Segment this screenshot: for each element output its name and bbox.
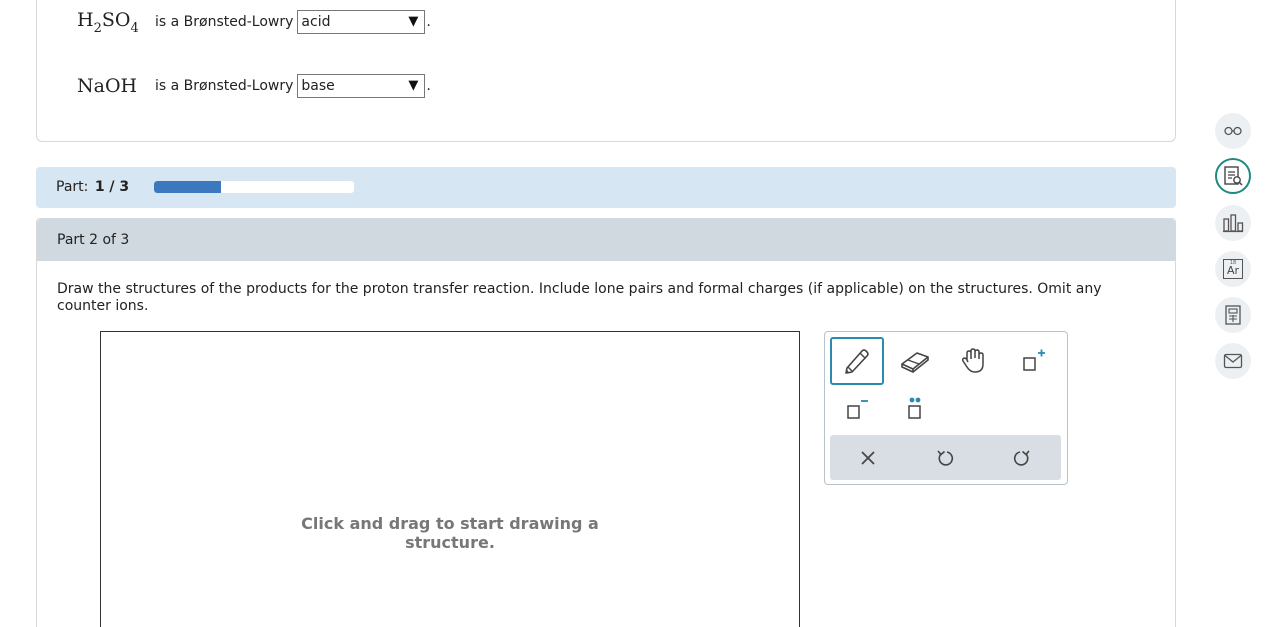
calculator-icon: [1225, 305, 1241, 325]
formula-h2so4: H2SO4: [77, 8, 139, 36]
progress-track: [154, 181, 354, 193]
clear-icon: [861, 450, 875, 465]
dropdown-arrow-icon: ▼: [408, 78, 419, 93]
chart-icon: [1223, 214, 1244, 233]
select-value: acid: [301, 14, 331, 30]
canvas-hint: Click and drag to start drawing a struct…: [301, 514, 599, 552]
periodic-table-button[interactable]: 18 Ar: [1215, 251, 1251, 287]
redo-icon: [1013, 449, 1030, 466]
worksheet-button[interactable]: [1215, 158, 1251, 194]
redo-button[interactable]: [997, 435, 1047, 480]
add-positive-charge-button[interactable]: [1006, 337, 1060, 385]
acid-base-select[interactable]: acid ▼: [297, 10, 426, 34]
instructions: Draw the structures of the products for …: [57, 281, 1102, 314]
formula-naoh: NaOH: [77, 75, 138, 97]
question-text: is a Brønsted-Lowry: [155, 14, 294, 30]
message-button[interactable]: [1215, 343, 1251, 379]
page: H2SO4 is a Brønsted-Lowry acid ▼ . NaOH …: [0, 0, 1271, 627]
undo-button[interactable]: [920, 435, 970, 480]
part-title: Part 2 of 3: [37, 219, 1175, 261]
dropdown-arrow-icon: ▼: [408, 14, 419, 29]
drawing-toolbox: [824, 331, 1068, 485]
add-lone-pair-button[interactable]: [888, 385, 942, 433]
worksheet-icon: [1224, 166, 1243, 186]
part-progress-bar: Part: 1 / 3: [36, 167, 1176, 208]
question-row-naoh: NaOH is a Brønsted-Lowry base ▼ .: [77, 73, 431, 99]
glasses-icon: [1224, 126, 1242, 136]
mail-icon: [1223, 353, 1243, 369]
eraser-tool-button[interactable]: [888, 337, 942, 385]
reading-glasses-button[interactable]: [1215, 113, 1251, 149]
period: .: [426, 78, 431, 94]
previous-part-card: H2SO4 is a Brønsted-Lowry acid ▼ . NaOH …: [36, 0, 1176, 142]
clear-button[interactable]: [843, 435, 893, 480]
part-progress-label: Part: 1 / 3: [56, 179, 130, 195]
select-value: base: [301, 78, 335, 94]
hand-tool-button[interactable]: [947, 337, 1001, 385]
add-negative-charge-icon: [847, 400, 868, 419]
calculator-button[interactable]: [1215, 297, 1251, 333]
question-text: is a Brønsted-Lowry: [155, 78, 294, 94]
drawing-canvas[interactable]: Click and drag to start drawing a struct…: [100, 331, 800, 627]
toolbox-action-strip: [830, 435, 1061, 480]
question-row-h2so4: H2SO4 is a Brønsted-Lowry acid ▼ .: [77, 8, 431, 36]
periodic-table-icon: 18 Ar: [1223, 259, 1243, 279]
add-lone-pair-icon: [908, 397, 921, 419]
part-section: Part 2 of 3 Draw the structures of the p…: [36, 218, 1176, 627]
pencil-icon: [845, 349, 869, 374]
acid-base-select[interactable]: base ▼: [297, 74, 426, 98]
progress-fill: [154, 181, 221, 193]
add-positive-charge-icon: [1023, 349, 1045, 371]
hand-icon: [961, 348, 984, 373]
eraser-icon: [901, 352, 929, 373]
period: .: [426, 14, 431, 30]
data-chart-button[interactable]: [1215, 205, 1251, 241]
undo-icon: [937, 449, 954, 466]
add-negative-charge-button[interactable]: [830, 385, 884, 433]
pencil-tool-button[interactable]: [830, 337, 884, 385]
